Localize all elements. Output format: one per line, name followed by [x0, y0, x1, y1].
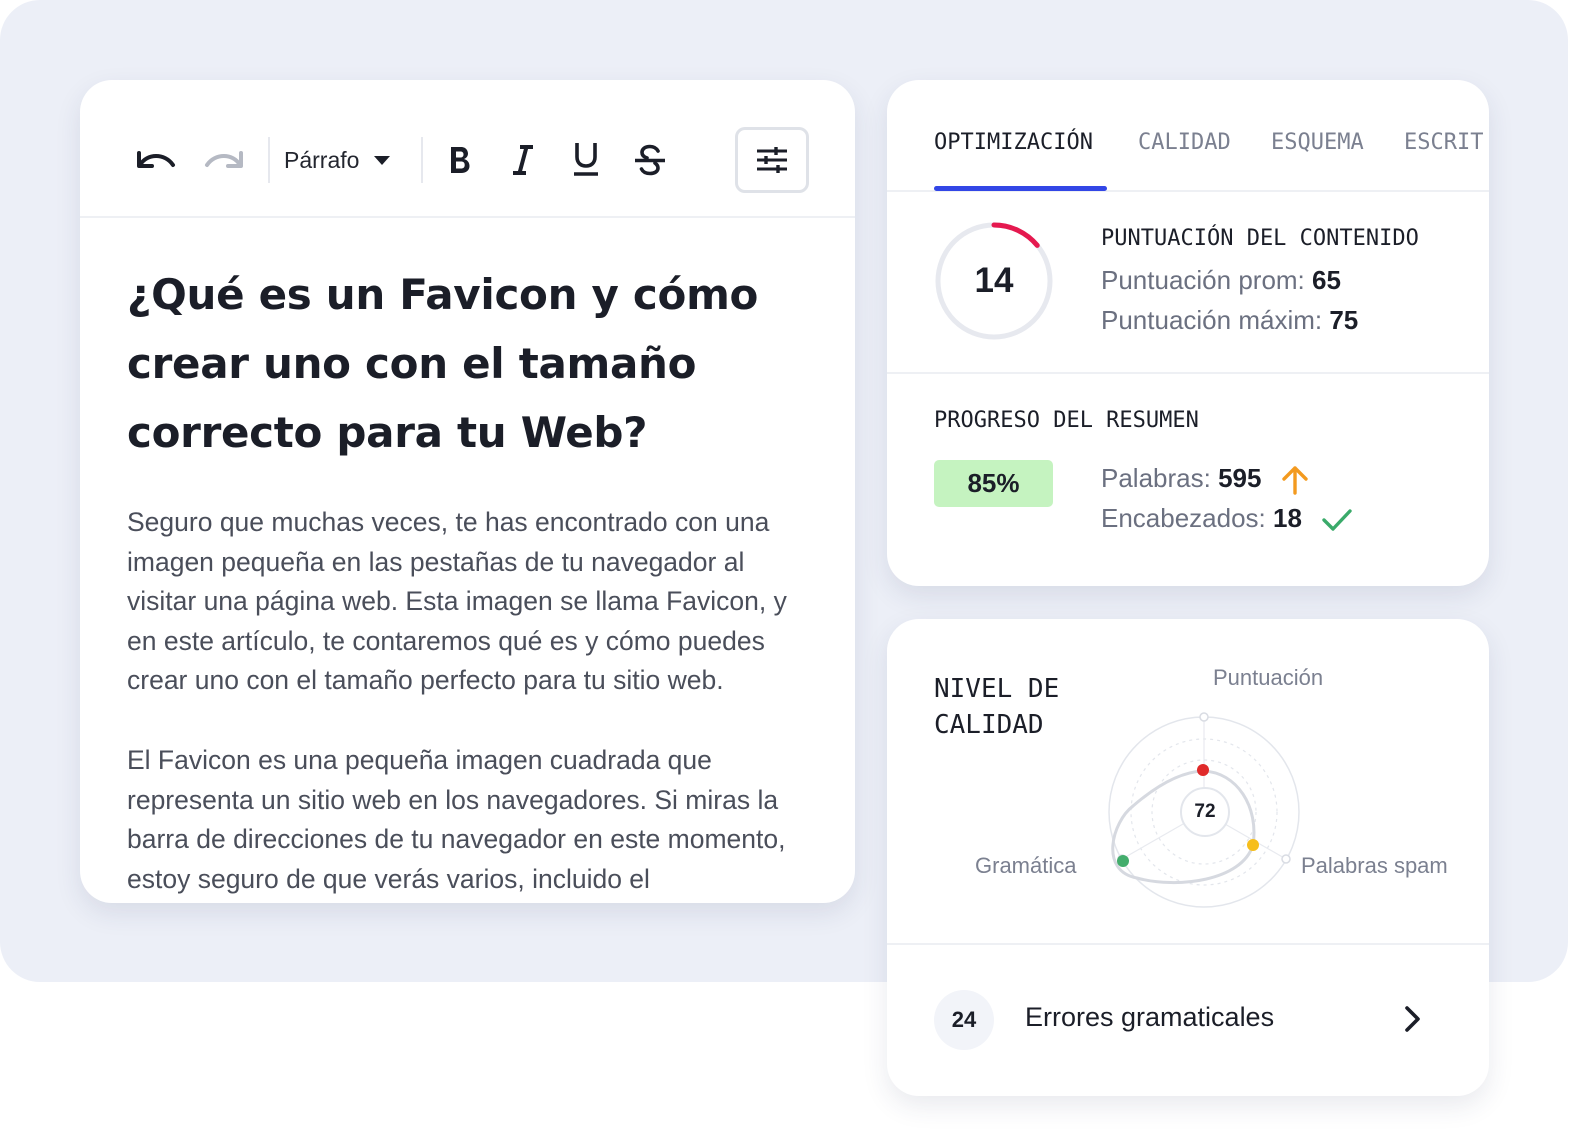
- section-divider: [887, 372, 1489, 374]
- grammar-error-count: 24: [934, 990, 994, 1050]
- quality-radar-chart: [1108, 712, 1300, 908]
- top-score-label: Puntuación máxim:: [1101, 305, 1323, 335]
- check-icon: [1322, 509, 1352, 531]
- average-score-label: Puntuación prom:: [1101, 265, 1305, 295]
- average-score-value: 65: [1312, 265, 1341, 295]
- editor-card: Párrafo ¿Qué es un Favicon y cómo crear …: [80, 80, 855, 903]
- grammar-errors-label: Errores gramaticales: [1025, 1002, 1275, 1032]
- editor-settings-button[interactable]: [735, 127, 809, 193]
- summary-percent-badge: 85%: [934, 460, 1053, 507]
- top-score: Puntuación máxim: 75: [1101, 305, 1358, 336]
- active-tab-indicator: [934, 186, 1107, 191]
- underline-icon: [574, 143, 598, 176]
- content-score-value: 14: [974, 261, 1014, 300]
- toolbar-separator: [421, 137, 423, 183]
- optimization-card: OPTIMIZACIÓN CALIDAD ESQUEMA ESCRIT 14 P…: [887, 80, 1489, 586]
- tab-escrit[interactable]: ESCRIT: [1404, 130, 1483, 155]
- italic-button[interactable]: [503, 138, 543, 182]
- document-title: ¿Qué es un Favicon y cómo crear uno con …: [127, 270, 759, 457]
- sliders-icon: [757, 147, 787, 173]
- heading-count-label: Encabezados:: [1101, 503, 1266, 533]
- summary-title: PROGRESO DEL RESUMEN: [934, 408, 1199, 433]
- strikethrough-icon: [635, 144, 665, 176]
- axis-label-gramatica: Gramática: [975, 853, 1077, 878]
- document-paragraph: Seguro que muchas veces, te has encontra…: [127, 507, 787, 696]
- redo-icon: [205, 151, 243, 168]
- bold-icon: [451, 147, 470, 173]
- strikethrough-button[interactable]: [629, 138, 671, 182]
- average-score: Puntuación prom: 65: [1101, 265, 1341, 296]
- heading-count: Encabezados: 18: [1101, 503, 1353, 534]
- block-style-value: Párrafo: [284, 146, 360, 173]
- content-score-title: PUNTUACIÓN DEL CONTENIDO: [1101, 226, 1419, 251]
- quality-card: NIVEL DE CALIDAD 72 Puntuación Palabras …: [887, 619, 1489, 1096]
- radar-point-palabras-spam: [1247, 839, 1259, 851]
- tab-optimizacion[interactable]: OPTIMIZACIÓN: [934, 130, 1093, 155]
- document-paragraph: El Favicon es una pequeña imagen cuadrad…: [127, 744, 786, 894]
- axis-label-palabras-spam: Palabras spam: [1301, 853, 1448, 878]
- chevron-down-icon: [374, 155, 391, 165]
- heading-count-value: 18: [1273, 503, 1302, 533]
- bold-button[interactable]: [440, 138, 480, 182]
- arrow-up-icon: [1282, 466, 1308, 495]
- chevron-right-icon: [1405, 1006, 1420, 1032]
- panel-tabs: OPTIMIZACIÓN CALIDAD ESQUEMA ESCRIT: [887, 80, 1489, 192]
- word-count-label: Palabras:: [1101, 463, 1211, 493]
- italic-icon: [513, 145, 533, 175]
- radar-point-gramatica: [1117, 855, 1129, 867]
- underline-button[interactable]: [566, 136, 606, 182]
- redo-button[interactable]: [202, 140, 246, 180]
- undo-button[interactable]: [134, 140, 178, 180]
- tab-calidad[interactable]: CALIDAD: [1138, 130, 1231, 155]
- document-body[interactable]: ¿Qué es un Favicon y cómo crear uno con …: [127, 260, 817, 899]
- toolbar-separator: [268, 137, 270, 183]
- block-style-select[interactable]: Párrafo: [284, 138, 391, 182]
- editor-toolbar: Párrafo: [80, 80, 855, 218]
- axis-label-puntuacion: Puntuación: [1213, 665, 1324, 690]
- grammar-errors-row[interactable]: 24 Errores gramaticales: [887, 943, 1489, 1096]
- top-score-value: 75: [1329, 305, 1359, 335]
- tab-esquema[interactable]: ESQUEMA: [1271, 130, 1364, 155]
- word-count-value: 595: [1218, 463, 1262, 493]
- word-count: Palabras: 595: [1101, 463, 1309, 495]
- radar-point-puntuacion: [1197, 764, 1209, 776]
- quality-score-value: 72: [1180, 787, 1230, 837]
- undo-icon: [137, 151, 175, 168]
